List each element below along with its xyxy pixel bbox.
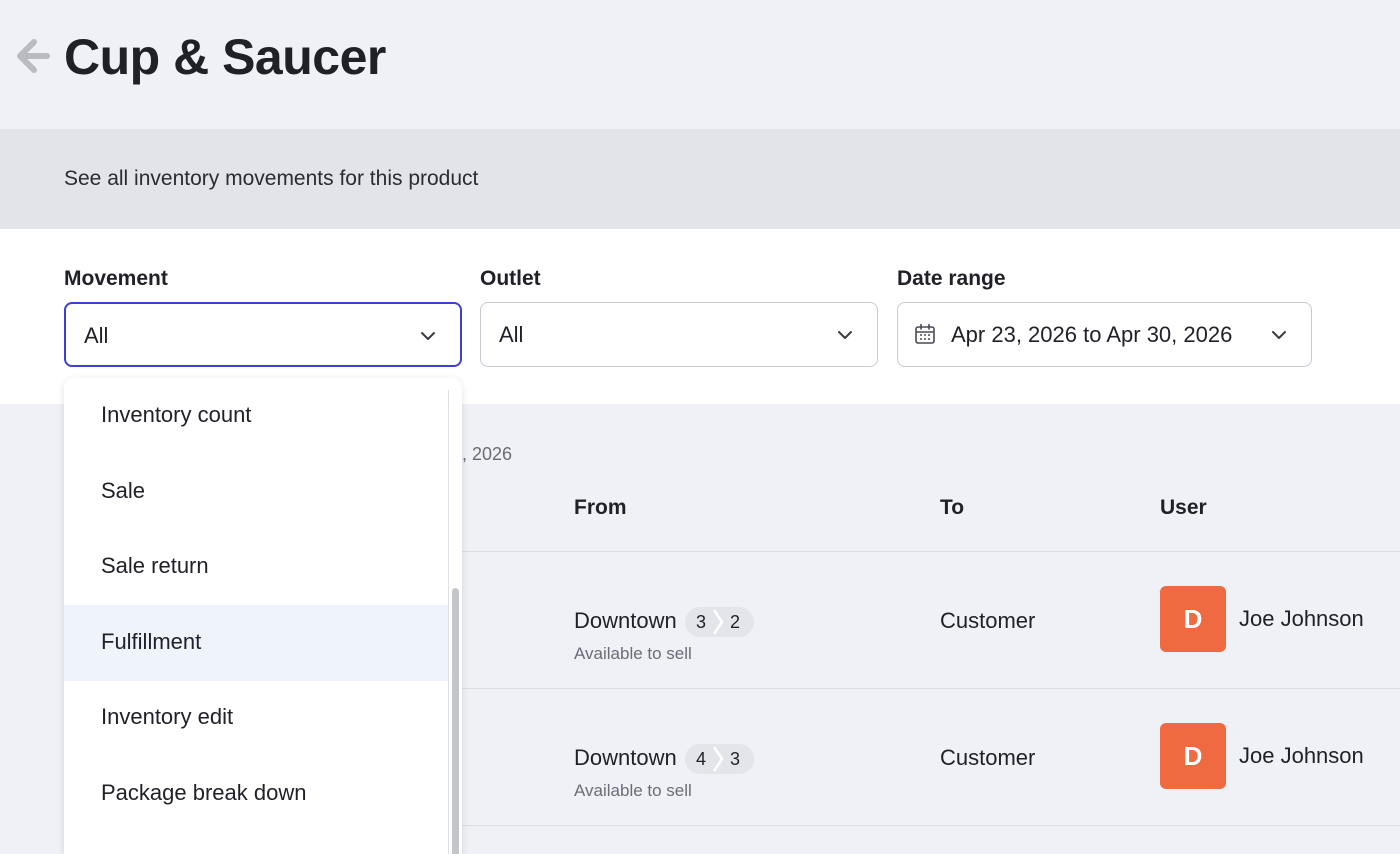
option-label: Inventory edit xyxy=(101,704,234,729)
info-banner: See all inventory movements for this pro… xyxy=(0,129,1400,229)
quantity-change-badge: 3 2 xyxy=(685,607,754,637)
from-sublabel: Available to sell xyxy=(574,644,692,663)
dropdown-option-package-break-down[interactable]: Package break down xyxy=(64,756,448,832)
scrollbar-track xyxy=(448,390,449,854)
chevron-down-icon xyxy=(1272,331,1286,339)
date-range-select[interactable]: Apr 23, 2026 to Apr 30, 2026 xyxy=(897,302,1312,367)
column-header-to: To xyxy=(940,496,965,519)
movement-select[interactable]: All xyxy=(64,302,462,367)
column-header-user: User xyxy=(1160,496,1207,519)
arrow-left-icon[interactable] xyxy=(14,36,50,76)
dropdown-option-fulfillment[interactable]: Fulfillment xyxy=(64,605,448,681)
dropdown-option-inventory-count[interactable]: Inventory count xyxy=(64,378,448,454)
outlet-label: Outlet xyxy=(480,267,541,290)
option-label: Fulfillment xyxy=(101,629,202,654)
calendar-icon xyxy=(915,323,935,344)
from-outlet: Downtown xyxy=(574,745,677,770)
dropdown-option-sale[interactable]: Sale xyxy=(64,454,448,530)
from-sublabel: Available to sell xyxy=(574,781,692,800)
dropdown-option-sale-return[interactable]: Sale return xyxy=(64,529,448,605)
to-cell: Customer xyxy=(940,608,1036,633)
dropdown-option-inventory-edit[interactable]: Inventory edit xyxy=(64,680,448,756)
qty-after: 2 xyxy=(730,611,741,632)
qty-before: 4 xyxy=(696,748,707,769)
user-name: Joe Johnson xyxy=(1239,606,1364,631)
page-title: Cup & Saucer xyxy=(64,29,386,85)
page-header: Cup & Saucer xyxy=(0,0,1400,129)
outlet-select[interactable]: All xyxy=(480,302,878,367)
movement-select-value: All xyxy=(84,323,109,348)
avatar: D xyxy=(1160,586,1226,652)
scrollbar-thumb[interactable] xyxy=(452,588,459,854)
option-label: Package break down xyxy=(101,780,307,805)
qty-after: 3 xyxy=(730,748,741,769)
column-header-from: From xyxy=(574,496,627,519)
chevron-down-icon xyxy=(421,332,435,340)
avatar: D xyxy=(1160,723,1226,789)
chevron-right-icon xyxy=(712,609,724,635)
option-label: Sale xyxy=(101,478,146,503)
movement-dropdown-menu: Inventory count Sale Sale return Fulfill… xyxy=(64,378,462,854)
date-range-value: Apr 23, 2026 to Apr 30, 2026 xyxy=(951,322,1233,347)
chevron-right-icon xyxy=(712,746,724,772)
movement-label: Movement xyxy=(64,267,168,290)
outlet-select-value: All xyxy=(499,322,524,347)
to-cell: Customer xyxy=(940,745,1036,770)
date-range-label: Date range xyxy=(897,267,1006,290)
from-outlet: Downtown xyxy=(574,608,677,633)
banner-text: See all inventory movements for this pro… xyxy=(64,167,479,190)
option-label: Inventory count xyxy=(101,402,252,427)
chevron-down-icon xyxy=(838,331,852,339)
quantity-change-badge: 4 3 xyxy=(685,744,754,774)
user-name: Joe Johnson xyxy=(1239,743,1364,768)
option-label: Sale return xyxy=(101,553,209,578)
qty-before: 3 xyxy=(696,611,707,632)
